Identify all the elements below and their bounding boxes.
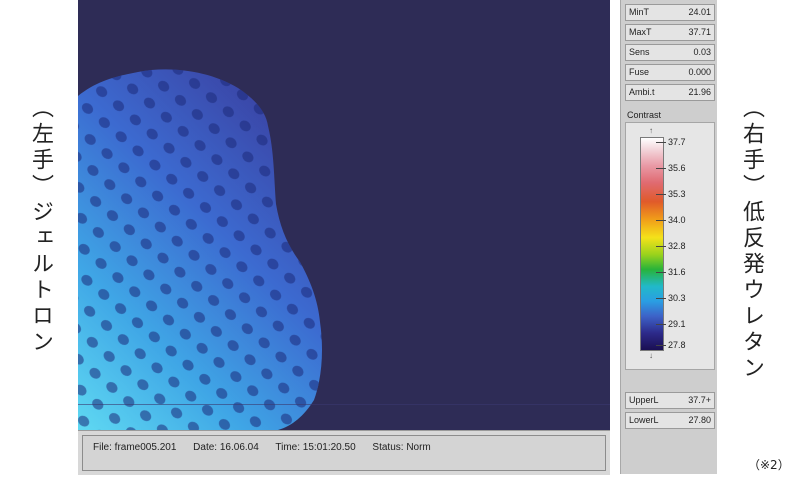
footnote: （※2）: [748, 458, 790, 472]
thermal-image: [78, 0, 610, 430]
readout-min-temp: MinT 24.01: [625, 4, 715, 21]
color-scale-bar: [640, 137, 664, 351]
readout-max-temp: MaxT 37.71: [625, 24, 715, 41]
file-name: File: frame005.201: [93, 442, 177, 453]
contrast-label: Contrast: [627, 110, 662, 120]
scale-label: 29.1: [668, 319, 686, 329]
scale-label: 37.7: [668, 137, 686, 147]
scale-top-mark-icon[interactable]: ↑: [640, 126, 662, 136]
readout-lower-limit: LowerL 27.80: [625, 412, 715, 429]
thermal-image-view[interactable]: [78, 0, 610, 430]
temperature-panel: MinT 24.01 MaxT 37.71 Sens 0.03 Fuse 0.000 A…: [620, 0, 717, 474]
right-hand-label: （右手）低反発ウレタン: [739, 96, 764, 382]
left-hand-label: （左手）ジェルトロン: [28, 96, 53, 356]
scale-label: 31.6: [668, 267, 686, 277]
scale-label: 32.8: [668, 241, 686, 251]
scale-label: 30.3: [668, 293, 686, 303]
scale-label: 35.3: [668, 189, 686, 199]
scale-label: 34.0: [668, 215, 686, 225]
capture-time: Time: 15:01:20.50: [275, 442, 356, 453]
color-scale[interactable]: ↑ ↓ 37.7 35.6 35.3 34.0 32.8 31.6 30.3 2…: [625, 122, 715, 370]
scale-label: 27.8: [668, 340, 686, 350]
capture-date: Date: 16.06.04: [193, 442, 259, 453]
readout-ambient: Ambi.t 21.96: [625, 84, 715, 101]
status-text: Status: Norm: [372, 442, 431, 453]
readout-fuse: Fuse 0.000: [625, 64, 715, 81]
scale-bottom-mark-icon[interactable]: ↓: [640, 351, 662, 361]
scale-label: 35.6: [668, 163, 686, 173]
status-bar: File: frame005.201 Date: 16.06.04 Time: …: [78, 430, 610, 475]
readout-upper-limit: UpperL 37.7+: [625, 392, 715, 409]
readout-sensitivity: Sens 0.03: [625, 44, 715, 61]
